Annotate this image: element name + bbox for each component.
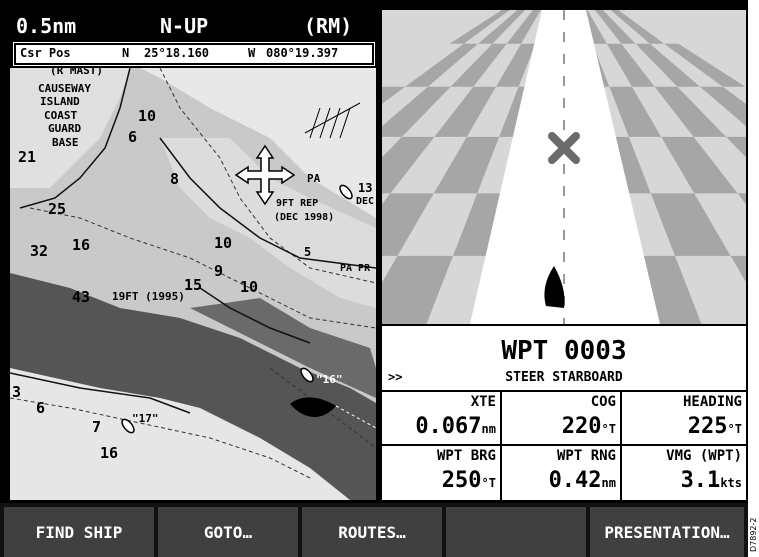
vmg-label: VMG (WPT): [666, 448, 742, 464]
wpt-rng-label: WPT RNG: [556, 448, 616, 464]
cog-value: 220°T: [561, 414, 616, 439]
xte-label: XTE: [470, 394, 496, 410]
sounding: 10: [240, 278, 258, 296]
place-label: ISLAND: [40, 95, 80, 108]
place-label: PA PR: [340, 263, 371, 274]
place-label: PA: [307, 172, 321, 185]
heading-label: HEADING: [682, 394, 742, 410]
xte-value: 0.067nm: [415, 414, 496, 439]
place-label: 19FT (1995): [112, 290, 185, 303]
waypoint-name: WPT 0003: [501, 336, 627, 366]
divider: [382, 390, 746, 392]
sounding: 6: [128, 128, 137, 146]
figure-reference: D7892-2: [749, 517, 758, 553]
wpt-brg-label: WPT BRG: [436, 448, 496, 464]
steer-instruction: STEER STARBOARD: [505, 370, 623, 385]
blank-softkey[interactable]: [446, 507, 586, 557]
chart-map[interactable]: (R MAST) CAUSEWAY ISLAND COAST GUARD BAS…: [10, 68, 376, 500]
divider: [620, 390, 622, 500]
orientation-mode[interactable]: N-UP: [160, 14, 208, 38]
motion-mode[interactable]: (RM): [304, 14, 352, 38]
place-label: CAUSEWAY: [38, 82, 91, 95]
display-frame: 0.5nm N-UP (RM) Csr Pos N 25°18.160 W 08…: [0, 0, 748, 557]
routes-button[interactable]: ROUTES…: [302, 507, 442, 557]
navigation-data-panel: WPT 0003 >> STEER STARBOARD XTE 0.067nm …: [382, 326, 746, 500]
place-label: (R MAST): [50, 68, 103, 77]
goto-button[interactable]: GOTO…: [158, 507, 298, 557]
sounding: 15: [184, 276, 202, 294]
chart-scale[interactable]: 0.5nm: [16, 14, 76, 38]
sounding: 10: [138, 107, 156, 125]
longitude-value: 080°19.397: [266, 46, 339, 60]
place-label: BASE: [52, 136, 79, 149]
divider: [382, 444, 746, 446]
buoy-tag: "17": [132, 412, 159, 425]
latitude-hemisphere: N: [122, 46, 130, 60]
sounding: 7: [92, 418, 101, 436]
place-label: 9FT REP: [276, 198, 318, 209]
heading-value: 225°T: [687, 414, 742, 439]
cog-label: COG: [590, 394, 616, 410]
sounding: 32: [30, 242, 48, 260]
wpt-brg-value: 250°T: [441, 468, 496, 493]
place-label: GUARD: [48, 122, 81, 135]
chart-status-bar: 0.5nm N-UP (RM) Csr Pos N 25°18.160 W 08…: [10, 10, 376, 66]
softkey-bar: FIND SHIP GOTO… ROUTES… PRESENTATION…: [0, 503, 748, 557]
latitude-value: 25°18.160: [144, 46, 210, 60]
place-label: COAST: [44, 109, 77, 122]
buoy-tag: "16": [316, 373, 343, 386]
wpt-rng-value: 0.42nm: [548, 468, 616, 493]
vmg-value: 3.1kts: [680, 468, 742, 493]
sounding: 21: [18, 148, 36, 166]
sounding: 8: [170, 170, 179, 188]
sounding: 16: [72, 236, 90, 254]
place-label: DEC: [356, 196, 374, 207]
sounding: 25: [48, 200, 66, 218]
highway-3d-view[interactable]: [382, 10, 746, 324]
sounding: 13: [358, 181, 372, 195]
sounding: 16: [100, 444, 118, 462]
sounding: 5: [304, 245, 311, 259]
find-ship-button[interactable]: FIND SHIP: [4, 507, 154, 557]
sounding: 9: [214, 262, 223, 280]
longitude-hemisphere: W: [248, 46, 256, 60]
sounding: 6: [36, 399, 45, 417]
sounding: 43: [72, 288, 90, 306]
sounding: 3: [12, 383, 21, 401]
divider: [500, 390, 502, 500]
cursor-position-bar: Csr Pos N 25°18.160 W 080°19.397: [13, 42, 375, 66]
sounding: 10: [214, 234, 232, 252]
presentation-button[interactable]: PRESENTATION…: [590, 507, 744, 557]
cursor-position-label: Csr Pos: [20, 46, 71, 60]
place-label: (DEC 1998): [274, 212, 334, 223]
